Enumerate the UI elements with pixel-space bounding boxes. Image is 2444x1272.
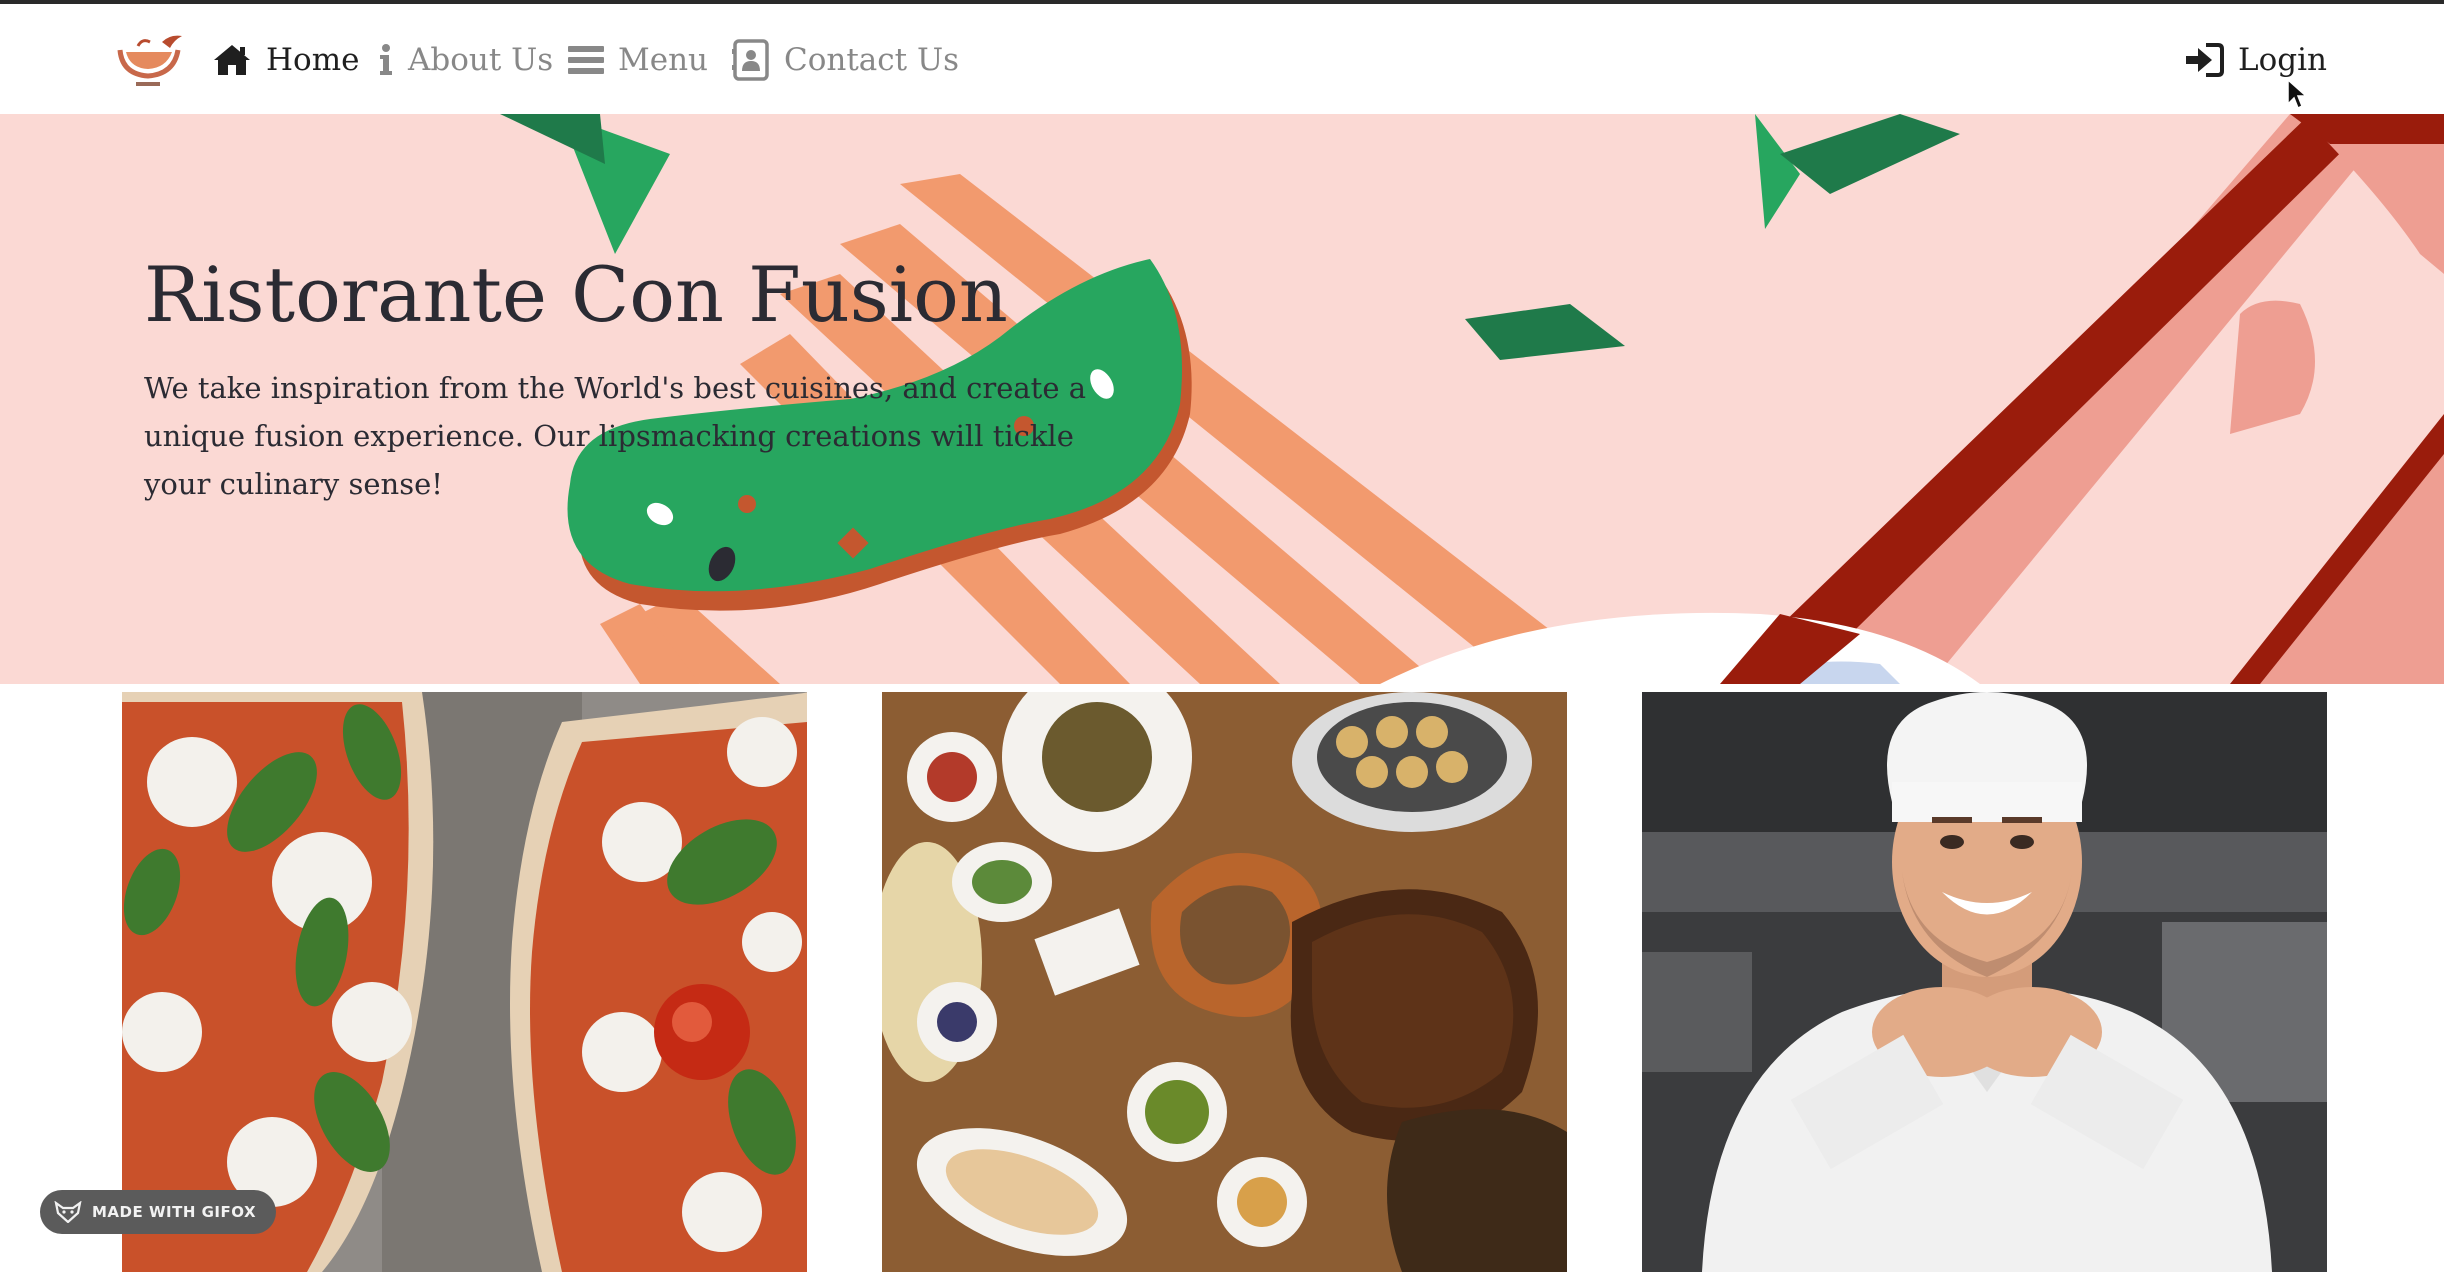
nav-about-label: About Us <box>408 42 554 78</box>
brand-logo[interactable] <box>112 28 192 94</box>
fox-logo-icon <box>54 1201 82 1223</box>
list-icon <box>568 46 604 74</box>
nav-contact[interactable]: Contact Us <box>732 32 959 88</box>
navbar: Home About Us Menu Contact Us Login <box>0 4 2444 114</box>
sign-in-icon <box>2186 43 2224 77</box>
gifox-badge: MADE WITH GIFOX <box>40 1190 277 1234</box>
login-label: Login <box>2238 42 2327 78</box>
nav-about[interactable]: About Us <box>378 32 553 88</box>
nav-menu-label: Menu <box>618 42 709 78</box>
hero-description: We take inspiration from the World's bes… <box>144 371 1087 501</box>
home-icon <box>214 45 250 75</box>
hero-title: Ristorante Con Fusion <box>144 250 1008 339</box>
nav-home[interactable]: Home <box>212 32 359 88</box>
nav-home-label: Home <box>266 42 360 78</box>
mouse-cursor-icon <box>2287 78 2308 110</box>
jumbotron: Ristorante Con Fusion We take inspiratio… <box>0 114 2444 684</box>
nav-menu[interactable]: Menu <box>568 32 708 88</box>
nav-contact-label: Contact Us <box>784 42 959 78</box>
gifox-badge-label: MADE WITH GIFOX <box>92 1203 257 1221</box>
card-pizza-image[interactable] <box>122 692 807 1272</box>
card-chef-image[interactable] <box>1642 692 2327 1272</box>
info-icon <box>380 44 392 75</box>
address-card-icon <box>732 39 769 81</box>
card-buffet-image[interactable] <box>882 692 1567 1272</box>
